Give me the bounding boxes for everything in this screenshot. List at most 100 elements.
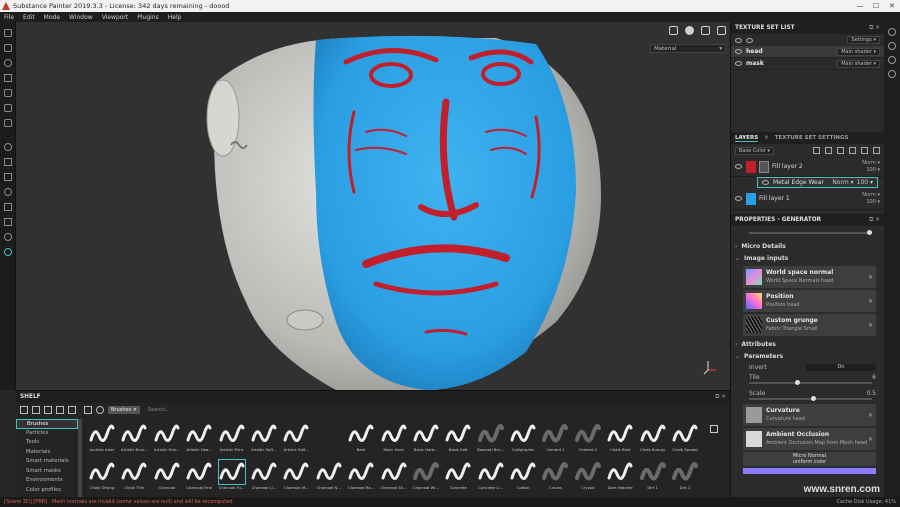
texture-set-settings-dropdown[interactable]: Settings ▾: [847, 36, 880, 44]
micro-normal-button[interactable]: Micro Normal uniform color: [743, 452, 876, 466]
remove-icon[interactable]: ✕: [868, 298, 873, 305]
close-button[interactable]: ✕: [884, 2, 900, 10]
gear-icon[interactable]: [96, 406, 104, 414]
add-fill-layer-icon[interactable]: [837, 147, 844, 154]
brush-item[interactable]: Chalk Thin: [118, 459, 150, 497]
scale-value[interactable]: 0.5: [866, 390, 876, 397]
history-icon[interactable]: [3, 173, 12, 181]
filter-icon[interactable]: [84, 406, 92, 414]
category-brushes[interactable]: Brushes: [16, 419, 78, 429]
grid-view-icon[interactable]: [710, 425, 718, 433]
opacity-dropdown[interactable]: 100 ▾: [857, 179, 873, 186]
delete-icon[interactable]: [873, 147, 880, 154]
3d-viewport[interactable]: Material ▾: [16, 22, 730, 390]
brush-item[interactable]: Charcoal Ra...: [345, 459, 377, 497]
brush-item[interactable]: Artistic Hair...: [151, 421, 183, 459]
blend-mode-dropdown[interactable]: Norm ▾: [862, 160, 880, 167]
brush-item[interactable]: Basmati Bru...: [475, 421, 507, 459]
brush-item[interactable]: Basic Hard...: [410, 421, 442, 459]
layers-icon[interactable]: [888, 42, 896, 50]
image-input-card[interactable]: Position Position head ✕: [743, 290, 876, 312]
tile-slider[interactable]: [749, 380, 872, 385]
channel-dropdown[interactable]: Base Color ▾: [735, 146, 774, 155]
brush-item[interactable]: Calligraphic: [507, 421, 539, 459]
brush-item[interactable]: Artistic Print: [216, 421, 248, 459]
history-icon[interactable]: [888, 56, 896, 64]
search-input[interactable]: Search...: [148, 407, 170, 413]
brush-item[interactable]: Charcoal Sh...: [378, 459, 410, 497]
opacity-dropdown[interactable]: 100 ▾: [862, 199, 880, 206]
eye-icon[interactable]: [735, 49, 742, 54]
category-smart-materials[interactable]: Smart materials: [16, 457, 78, 467]
eye-icon[interactable]: [735, 164, 742, 169]
eye-icon[interactable]: [746, 37, 753, 43]
eye-icon[interactable]: [735, 37, 742, 43]
texture-set-row[interactable]: mask Main shader ▾: [731, 58, 884, 70]
smudge-icon[interactable]: [3, 89, 12, 97]
eye-icon[interactable]: [762, 180, 769, 185]
brush-item[interactable]: Crystal: [572, 459, 604, 497]
menu-help[interactable]: Help: [168, 14, 182, 21]
clone-stamp-icon[interactable]: [3, 104, 12, 112]
category-smart-masks[interactable]: Smart masks: [16, 467, 78, 477]
viewport-material-select[interactable]: Material ▾: [650, 44, 726, 53]
brush-item[interactable]: Concrete: [442, 459, 474, 497]
menu-plugins[interactable]: Plugins: [137, 14, 159, 21]
brush-item[interactable]: Chalk Bold: [604, 421, 636, 459]
brush-item[interactable]: Artistic Soft...: [280, 421, 312, 459]
texture-set-row[interactable]: head Main shader ▾: [731, 46, 884, 58]
blend-mode-dropdown[interactable]: Norm ▾: [862, 192, 880, 199]
brush-item[interactable]: Dirt 1: [637, 459, 669, 497]
projection-icon[interactable]: [3, 59, 12, 67]
import-icon[interactable]: [44, 406, 52, 414]
tab-texture-set-settings[interactable]: TEXTURE SET SETTINGS: [775, 135, 849, 141]
invert-toggle[interactable]: On: [806, 363, 876, 371]
blend-mode-dropdown[interactable]: Norm ▾: [832, 179, 853, 186]
curvature-card[interactable]: Curvature Curvature head ✕: [743, 404, 876, 426]
section-image-inputs[interactable]: ⌄ Image inputs: [731, 252, 884, 264]
brush-item[interactable]: Dark Hatcher: [604, 459, 636, 497]
tab-layers[interactable]: LAYERS: [735, 135, 759, 142]
section-attributes[interactable]: › Attributes: [731, 338, 884, 350]
brush-item[interactable]: Basic Soft: [442, 421, 474, 459]
category-tools[interactable]: Tools: [16, 438, 78, 448]
brush-item[interactable]: Artistic Hea...: [183, 421, 215, 459]
video-icon[interactable]: [701, 26, 710, 35]
add-folder-icon[interactable]: [861, 147, 868, 154]
settings-icon[interactable]: [3, 188, 12, 196]
category-materials[interactable]: Materials: [16, 448, 78, 458]
new-icon[interactable]: [32, 406, 40, 414]
add-layer-icon[interactable]: [849, 147, 856, 154]
brush-item[interactable]: Charcoal M...: [280, 459, 312, 497]
eye-icon[interactable]: [735, 196, 742, 201]
iray-icon[interactable]: [3, 248, 12, 256]
filter-chip-brushes[interactable]: Brushes ✕: [108, 406, 140, 414]
minimize-button[interactable]: —: [852, 2, 868, 10]
polygon-fill-icon[interactable]: [3, 74, 12, 82]
export-icon[interactable]: [68, 406, 76, 414]
opacity-dropdown[interactable]: 100 ▾: [862, 167, 880, 174]
ao-card[interactable]: Ambient Occlusion Ambient Occlusion Map f…: [743, 428, 876, 450]
remove-icon[interactable]: ✕: [868, 274, 873, 281]
brush-item[interactable]: Chalk Bumpy: [637, 421, 669, 459]
category-particles[interactable]: Particles: [16, 429, 78, 439]
bake-icon[interactable]: [3, 233, 12, 241]
menu-window[interactable]: Window: [69, 14, 93, 21]
color-swatch[interactable]: [743, 468, 876, 474]
camera-icon[interactable]: [669, 26, 678, 35]
remove-icon[interactable]: ✕: [868, 322, 873, 329]
menu-edit[interactable]: Edit: [23, 14, 35, 21]
slider-knob[interactable]: [794, 380, 800, 385]
menu-mode[interactable]: Mode: [44, 14, 60, 21]
brush-item[interactable]: Charcoal: [151, 459, 183, 497]
sphere-icon[interactable]: [685, 26, 694, 35]
scale-slider[interactable]: [749, 396, 872, 401]
brush-item[interactable]: Cement 2: [572, 421, 604, 459]
shader-dropdown[interactable]: Main shader ▾: [837, 47, 880, 56]
screenshot-icon[interactable]: [717, 26, 726, 35]
slider-knob[interactable]: [867, 230, 872, 235]
shader-dropdown[interactable]: Main shader ▾: [837, 59, 880, 68]
top-slider[interactable]: [749, 230, 872, 235]
menu-file[interactable]: File: [4, 14, 14, 21]
remove-icon[interactable]: ✕: [868, 436, 873, 443]
